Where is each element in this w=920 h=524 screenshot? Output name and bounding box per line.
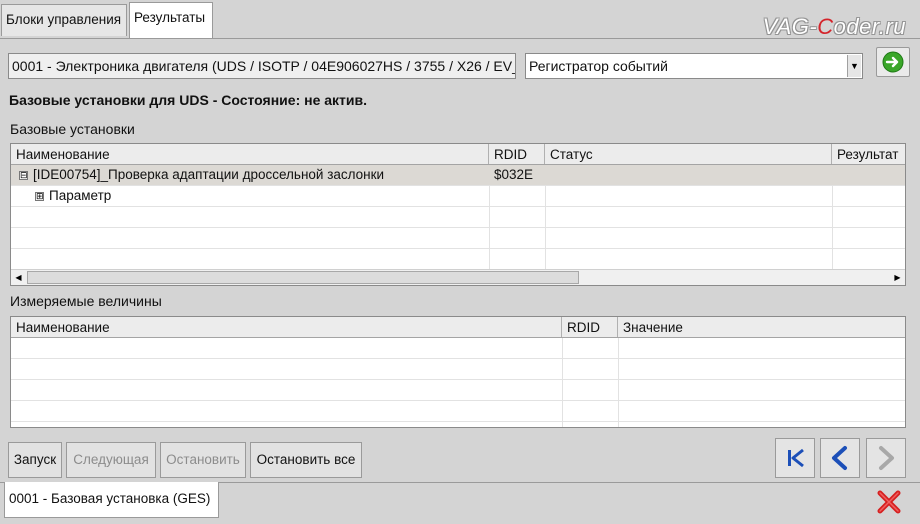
collapse-icon[interactable]: ⊟ (19, 171, 28, 180)
table-header: Наименование RDID Статус Результат (11, 144, 905, 165)
tab-results[interactable]: Результаты (129, 2, 213, 38)
divider (0, 38, 920, 39)
row-rdid: $032E (494, 167, 534, 182)
scroll-left-icon[interactable]: ◀ (11, 270, 26, 285)
horizontal-scrollbar[interactable]: ◀ ▶ (11, 269, 905, 285)
watermark-logo: VAG-Coder.ru (762, 14, 906, 39)
arrow-right-circle-icon (882, 51, 904, 73)
stop-button[interactable]: Остановить (160, 442, 246, 478)
scroll-right-icon[interactable]: ▶ (890, 270, 905, 285)
table-row (11, 380, 905, 401)
chevron-left-icon (832, 446, 847, 470)
table-row (11, 338, 905, 359)
table-row (11, 359, 905, 380)
tab-control-units[interactable]: Блоки управления (1, 4, 127, 36)
next-button[interactable]: Следующая (66, 442, 156, 478)
module-address-field: 0001 - Электроника двигателя (UDS / ISOT… (8, 53, 516, 79)
row-name: [IDE00754]_Проверка адаптации дроссельно… (33, 167, 385, 182)
column-header-rdid[interactable]: RDID (562, 317, 618, 337)
basic-settings-table: Наименование RDID Статус Результат ⊟ [ID… (10, 143, 906, 286)
column-header-status[interactable]: Статус (545, 144, 832, 164)
table-row (11, 207, 905, 228)
table-row[interactable]: ⊞ Параметр (11, 186, 905, 207)
tab-basic-setting[interactable]: 0001 - Базовая установка (GES) (4, 482, 219, 518)
first-button[interactable] (775, 438, 815, 478)
chevron-right-icon (879, 446, 894, 470)
go-button[interactable] (876, 47, 910, 77)
column-header-name[interactable]: Наименование (11, 317, 562, 337)
measured-values-heading: Измеряемые величины (10, 293, 162, 309)
column-header-name[interactable]: Наименование (11, 144, 489, 164)
chevron-down-icon[interactable]: ▼ (847, 55, 861, 77)
table-row[interactable]: ⊟ [IDE00754]_Проверка адаптации дроссель… (11, 165, 905, 186)
mode-select-value: Регистратор событий (529, 58, 668, 74)
status-text: Базовые установки для UDS - Состояние: н… (9, 92, 367, 108)
scroll-thumb[interactable] (27, 271, 579, 284)
close-button[interactable] (876, 489, 902, 515)
close-icon (877, 490, 901, 514)
expand-icon[interactable]: ⊞ (35, 192, 44, 201)
column-header-value[interactable]: Значение (618, 317, 905, 337)
row-name: Параметр (49, 188, 112, 203)
table-header: Наименование RDID Значение (11, 317, 905, 338)
skip-first-icon (788, 448, 804, 468)
table-row (11, 401, 905, 422)
column-header-result[interactable]: Результат (832, 144, 905, 164)
measured-values-table: Наименование RDID Значение (10, 316, 906, 428)
table-row (11, 228, 905, 249)
column-header-rdid[interactable]: RDID (489, 144, 545, 164)
basic-settings-heading: Базовые установки (10, 121, 135, 137)
start-button[interactable]: Запуск (8, 442, 62, 478)
mode-select[interactable]: Регистратор событий ▼ (525, 53, 863, 79)
previous-button[interactable] (820, 438, 860, 478)
next-nav-button[interactable] (866, 438, 906, 478)
stop-all-button[interactable]: Остановить все (250, 442, 362, 478)
